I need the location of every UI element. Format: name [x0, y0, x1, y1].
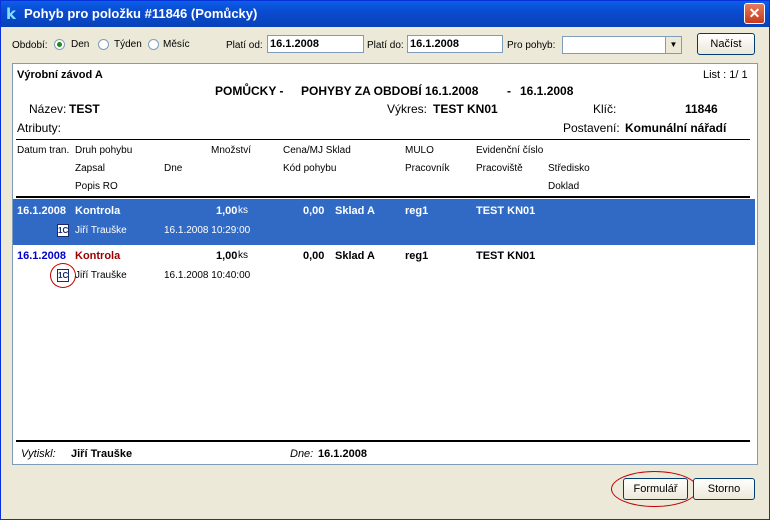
window-title: Pohyb pro položku #11846 (Pomůcky) — [24, 6, 258, 21]
row-date: 16.1.2008 — [17, 250, 66, 262]
period-radio-month[interactable] — [148, 39, 159, 50]
col-code: Kód pohybu — [283, 163, 337, 174]
col-type: Druh pohybu — [75, 145, 133, 156]
col-doc: Doklad — [548, 181, 580, 192]
from-label: Platí od: — [226, 40, 263, 51]
report-heading-b: POHYBY ZA OBDOBÍ 16.1.2008 — [301, 84, 479, 98]
title-bar[interactable]: k Pohyb pro položku #11846 (Pomůcky) ✕ — [1, 1, 769, 27]
movement-label: Pro pohyb: — [507, 40, 556, 51]
row-type: Kontrola — [75, 250, 121, 262]
report-preview: Výrobní závod A List : 1/ 1 POMŮCKY - PO… — [12, 63, 758, 465]
chevron-down-icon[interactable]: ▼ — [665, 37, 681, 53]
app-icon: k — [6, 5, 16, 23]
period-week-label[interactable]: Týden — [114, 39, 142, 50]
to-date-input[interactable]: 16.1.2008 — [407, 35, 503, 53]
attributes-label: Atributy: — [17, 121, 62, 135]
period-day-label[interactable]: Den — [71, 39, 89, 50]
row-recorded: Jiří Trauške — [75, 225, 127, 236]
col-day: Dne — [164, 163, 183, 174]
col-date: Datum tran. — [17, 145, 70, 156]
status-value: Komunální nářadí — [625, 121, 727, 135]
key-label: Klíč: — [593, 102, 617, 116]
from-date-input[interactable]: 16.1.2008 — [267, 35, 364, 53]
printed-label: Vytiskl: — [21, 448, 56, 460]
to-label: Platí do: — [367, 40, 404, 51]
row-date: 16.1.2008 — [17, 205, 66, 217]
table-row[interactable]: 16.1.2008 Kontrola 1,00 ks 0,00 Sklad A … — [13, 199, 755, 245]
row-store: Sklad A — [335, 250, 375, 262]
document-icon[interactable]: 1C — [57, 224, 69, 237]
col-center: Středisko — [548, 163, 590, 174]
col-recorded: Zapsal — [75, 163, 106, 174]
col-qty: Množství — [211, 145, 252, 156]
footer-date-label: Dne: — [290, 448, 314, 460]
row-unit: ks — [238, 205, 248, 216]
header-divider — [16, 139, 750, 140]
col-worker: Pracovník — [405, 163, 450, 174]
footer-divider — [16, 440, 750, 442]
row-mulo: reg1 — [405, 250, 429, 262]
report-heading-d: 16.1.2008 — [520, 84, 574, 98]
company-name: Výrobní závod A — [17, 69, 103, 81]
period-month-label[interactable]: Měsíc — [163, 39, 190, 50]
close-icon: ✕ — [748, 5, 761, 21]
report-heading-c: - — [507, 84, 511, 98]
row-day: 16.1.2008 10:29:00 — [164, 225, 251, 236]
report-heading-a: POMŮCKY - — [215, 84, 284, 98]
filter-toolbar: Období: Den Týden Měsíc Platí od: 16.1.2… — [1, 31, 769, 59]
dialog-window: k Pohyb pro položku #11846 (Pomůcky) ✕ O… — [0, 0, 770, 520]
row-price: 0,00 — [303, 250, 325, 262]
row-day: 16.1.2008 10:40:00 — [164, 270, 251, 281]
col-workplace: Pracoviště — [476, 163, 523, 174]
col-mulo: MULO — [405, 145, 434, 156]
status-label: Postavení: — [563, 121, 620, 135]
period-label: Období: — [12, 40, 48, 51]
row-evid: TEST KN01 — [476, 250, 536, 262]
col-evid: Evidenční číslo — [476, 145, 544, 156]
col-price: Cena/MJ Sklad — [283, 145, 351, 156]
row-recorded: Jiří Trauške — [75, 270, 127, 281]
period-radio-day[interactable] — [54, 39, 65, 50]
key-value: 11846 — [685, 102, 718, 116]
row-unit: ks — [238, 250, 248, 261]
close-button[interactable]: ✕ — [744, 3, 765, 24]
page-list: List : 1/ 1 — [703, 69, 748, 81]
name-value: TEST — [69, 102, 100, 116]
columns-divider — [16, 196, 750, 198]
row-qty: 1,00 — [216, 250, 238, 262]
row-evid: TEST KN01 — [476, 205, 536, 217]
row-store: Sklad A — [335, 205, 375, 217]
load-button[interactable]: Načíst — [697, 33, 755, 55]
annotation-circle — [611, 471, 698, 507]
drawing-label: Výkres: — [387, 102, 428, 116]
movement-select[interactable]: ▼ — [562, 36, 682, 54]
row-price: 0,00 — [303, 205, 325, 217]
row-type: Kontrola — [75, 205, 121, 217]
cancel-button[interactable]: Storno — [693, 478, 755, 500]
footer-date: 16.1.2008 — [318, 448, 367, 460]
row-mulo: reg1 — [405, 205, 429, 217]
name-label: Název: — [29, 102, 67, 116]
col-ro: Popis RO — [75, 181, 118, 192]
drawing-value: TEST KN01 — [433, 102, 498, 116]
annotation-circle — [50, 263, 76, 288]
table-row[interactable]: 16.1.2008 Kontrola 1,00 ks 0,00 Sklad A … — [13, 245, 755, 291]
period-radio-week[interactable] — [98, 39, 109, 50]
printed-by: Jiří Trauške — [71, 448, 133, 460]
row-qty: 1,00 — [216, 205, 238, 217]
